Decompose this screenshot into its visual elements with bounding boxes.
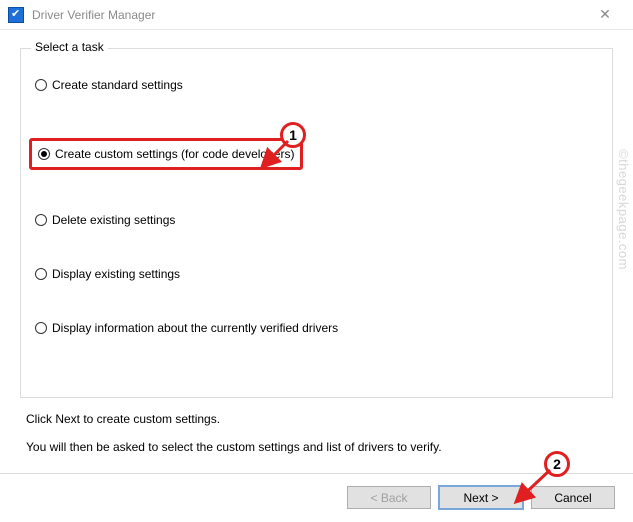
- radio-icon: [35, 79, 47, 91]
- radio-delete-existing[interactable]: Delete existing settings: [35, 213, 598, 227]
- radio-display-existing[interactable]: Display existing settings: [35, 267, 598, 281]
- radio-create-standard[interactable]: Create standard settings: [35, 78, 598, 92]
- radio-icon: [35, 268, 47, 280]
- group-legend: Select a task: [31, 40, 108, 54]
- info-line-2: You will then be asked to select the cus…: [26, 440, 607, 454]
- info-line-1: Click Next to create custom settings.: [26, 412, 607, 426]
- radio-icon: [35, 214, 47, 226]
- next-button[interactable]: Next >: [439, 486, 523, 509]
- radio-label: Create standard settings: [52, 78, 183, 92]
- radio-label: Display information about the currently …: [52, 321, 338, 335]
- radio-icon: [35, 322, 47, 334]
- app-icon: [8, 7, 24, 23]
- radio-label: Display existing settings: [52, 267, 180, 281]
- radio-display-info[interactable]: Display information about the currently …: [35, 321, 598, 335]
- task-groupbox: Select a task Create standard settings C…: [20, 48, 613, 398]
- annotation-arrow-1: [258, 137, 292, 171]
- button-bar: < Back Next > Cancel: [347, 486, 615, 509]
- radio-label: Delete existing settings: [52, 213, 175, 227]
- back-button: < Back: [347, 486, 431, 509]
- content-area: Select a task Create standard settings C…: [0, 30, 633, 518]
- watermark: ©thegeekpage.com: [616, 149, 631, 270]
- radio-icon: [38, 148, 50, 160]
- window-title: Driver Verifier Manager: [32, 8, 155, 22]
- close-icon[interactable]: ✕: [585, 6, 625, 23]
- title-bar: Driver Verifier Manager ✕: [0, 0, 633, 30]
- annotation-arrow-2: [512, 466, 554, 506]
